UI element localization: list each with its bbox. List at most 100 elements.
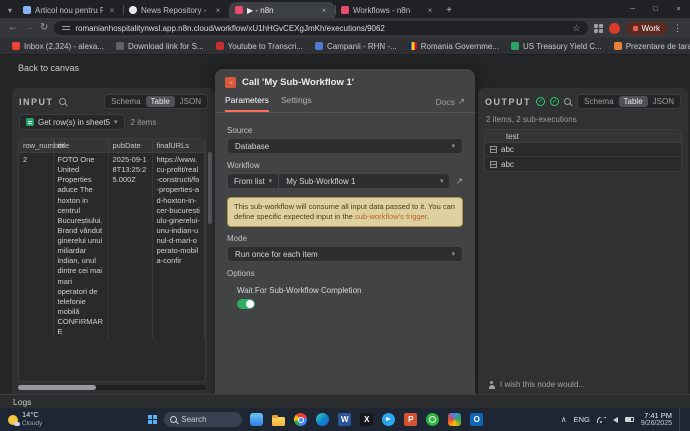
browser-tab-active[interactable]: ▶ - n8n ×: [229, 2, 335, 18]
tab-close-icon[interactable]: ×: [319, 6, 329, 15]
site-info-icon[interactable]: [62, 25, 70, 31]
workflow-select[interactable]: From list ▾ My Sub-Workflow 1 ▾: [227, 173, 450, 189]
sub-execution-link-icon[interactable]: [490, 161, 497, 168]
node-feedback-link[interactable]: I wish this node would...: [488, 380, 585, 389]
output-tab-table[interactable]: Table: [619, 96, 648, 107]
input-tab-json[interactable]: JSON: [175, 96, 206, 107]
n8n-editor: Back to canvas INPUT Schema Table JSON G…: [0, 55, 690, 394]
bookmark-favicon: [116, 42, 124, 50]
bookmark-item-treasury[interactable]: US Treasury Yield C...: [506, 41, 607, 52]
extensions-icon[interactable]: [594, 24, 603, 33]
subworkflow-notice: This sub-workflow will consume all input…: [227, 197, 463, 227]
minimize-button[interactable]: ─: [621, 0, 644, 18]
bookmark-item-campanii[interactable]: Campanii - RHN -...: [310, 41, 402, 52]
output-tab-schema[interactable]: Schema: [579, 96, 618, 107]
docs-link[interactable]: Docs ↗: [436, 96, 466, 112]
logs-panel[interactable]: Logs: [0, 394, 690, 408]
tab-settings[interactable]: Settings: [281, 95, 312, 112]
volume-icon[interactable]: [613, 417, 618, 423]
outlook-icon[interactable]: O: [469, 412, 484, 427]
horizontal-scrollbar-thumb[interactable]: [18, 385, 96, 390]
bookmark-star-icon[interactable]: ☆: [572, 23, 580, 34]
cell-title: FOTO One United Properties aduce The hox…: [53, 153, 108, 340]
close-button[interactable]: ×: [667, 0, 690, 18]
chevron-down-icon: ▾: [269, 177, 273, 185]
subworkflow-trigger-link[interactable]: sub-workflow's trigger: [355, 212, 427, 221]
mode-select[interactable]: Run once for each item ▾: [227, 246, 463, 262]
menu-kebab-icon[interactable]: ⋮: [673, 23, 682, 34]
bookmark-item-romania-gov[interactable]: Romania Governme...: [404, 41, 504, 52]
x-app-icon[interactable]: X: [359, 412, 374, 427]
table-row[interactable]: 2 FOTO One United Properties aduce The h…: [19, 153, 205, 340]
sub-execution-check-icon[interactable]: ✓: [550, 97, 559, 106]
column-header[interactable]: row_number: [19, 139, 53, 153]
edge-icon[interactable]: [315, 412, 330, 427]
weather-widget[interactable]: 14°C Cloudy: [0, 411, 50, 427]
back-to-canvas-button[interactable]: Back to canvas: [18, 63, 79, 73]
source-value: Database: [235, 142, 269, 151]
workflow-value[interactable]: My Sub-Workflow 1: [279, 174, 440, 188]
wifi-icon[interactable]: [597, 417, 606, 423]
output-row[interactable]: abc: [485, 143, 681, 157]
profile-avatar[interactable]: [609, 23, 620, 34]
battery-icon[interactable]: [625, 417, 634, 422]
column-header[interactable]: pubDate: [108, 139, 152, 153]
language-indicator[interactable]: ENG: [574, 415, 590, 424]
new-tab-button[interactable]: +: [441, 2, 457, 18]
browser-tab-2[interactable]: News Repository - Google Sho... ×: [123, 2, 229, 18]
chevron-down-icon: ▾: [114, 118, 118, 126]
column-header[interactable]: title: [53, 139, 108, 153]
sub-execution-link-icon[interactable]: [490, 146, 497, 153]
input-tab-schema[interactable]: Schema: [106, 96, 145, 107]
input-search-icon[interactable]: [59, 98, 66, 105]
bookmark-item-download[interactable]: Download link for S...: [111, 41, 209, 52]
output-tab-json[interactable]: JSON: [648, 96, 679, 107]
chrome-icon[interactable]: [293, 412, 308, 427]
vertical-scrollbar[interactable]: [208, 152, 212, 224]
tab-parameters[interactable]: Parameters: [225, 95, 269, 112]
clock-widget[interactable]: 7:41 PM 9/26/2025: [641, 411, 672, 428]
output-row[interactable]: abc: [485, 157, 681, 171]
start-button[interactable]: [148, 415, 157, 424]
cell-finalurls: https://www.cu-profit/real-constructi/fo…: [152, 153, 205, 340]
output-column-header[interactable]: test: [502, 132, 681, 141]
tab-close-icon[interactable]: ×: [107, 6, 117, 15]
bookmark-item-prezentare[interactable]: Prezentare de tara -...: [609, 41, 690, 52]
input-source-label: Get row(s) in sheet5: [38, 118, 110, 127]
maximize-button[interactable]: □: [644, 0, 667, 18]
telegram-icon[interactable]: [381, 412, 396, 427]
bookmark-item-inbox[interactable]: Inbox (2,324) - alexa...: [7, 41, 109, 52]
whatsapp-icon[interactable]: [425, 412, 440, 427]
cell-pubdate: 2025-09-18T13:25:25.000Z: [108, 153, 152, 340]
tab-search-icon[interactable]: ▾: [3, 2, 17, 18]
bookmark-item-youtube-transcript[interactable]: Youtube to Transcri...: [211, 41, 308, 52]
column-header[interactable]: finalURLs: [152, 139, 205, 153]
show-desktop-button[interactable]: [679, 408, 682, 431]
tab-close-icon[interactable]: ×: [213, 6, 223, 15]
work-profile-badge[interactable]: Work: [626, 22, 667, 35]
source-select[interactable]: Database ▾: [227, 138, 463, 154]
taskbar-search[interactable]: Search: [164, 412, 242, 427]
chevron-down-icon: ▾: [451, 250, 455, 258]
workflow-mode-select[interactable]: From list ▾: [228, 174, 279, 188]
photos-icon[interactable]: [447, 412, 462, 427]
tab-favicon: [23, 6, 31, 14]
windows-taskbar: 14°C Cloudy Search W X P O ∧ ENG: [0, 408, 690, 431]
word-icon[interactable]: W: [337, 412, 352, 427]
forward-icon[interactable]: →: [24, 23, 34, 33]
file-explorer-icon[interactable]: [271, 412, 286, 427]
hidden-icons-chevron[interactable]: ∧: [561, 415, 567, 424]
output-search-icon[interactable]: [564, 98, 571, 105]
refresh-icon[interactable]: ↻: [40, 23, 48, 33]
store-icon[interactable]: [249, 412, 264, 427]
back-icon[interactable]: ←: [8, 23, 18, 33]
address-bar[interactable]: romanianhospitalitynwsl.app.n8n.cloud/wo…: [54, 21, 588, 35]
tab-close-icon[interactable]: ×: [425, 6, 435, 15]
powerpoint-icon[interactable]: P: [403, 412, 418, 427]
browser-tab-4[interactable]: Workflows - n8n ×: [335, 2, 441, 18]
wait-completion-toggle[interactable]: [237, 299, 255, 309]
open-subworkflow-icon[interactable]: ↗: [455, 176, 463, 187]
input-source-select[interactable]: Get row(s) in sheet5 ▾: [19, 114, 125, 130]
input-tab-table[interactable]: Table: [146, 96, 175, 107]
browser-tab-1[interactable]: Articol nou pentru RHN - alexa... ×: [17, 2, 123, 18]
